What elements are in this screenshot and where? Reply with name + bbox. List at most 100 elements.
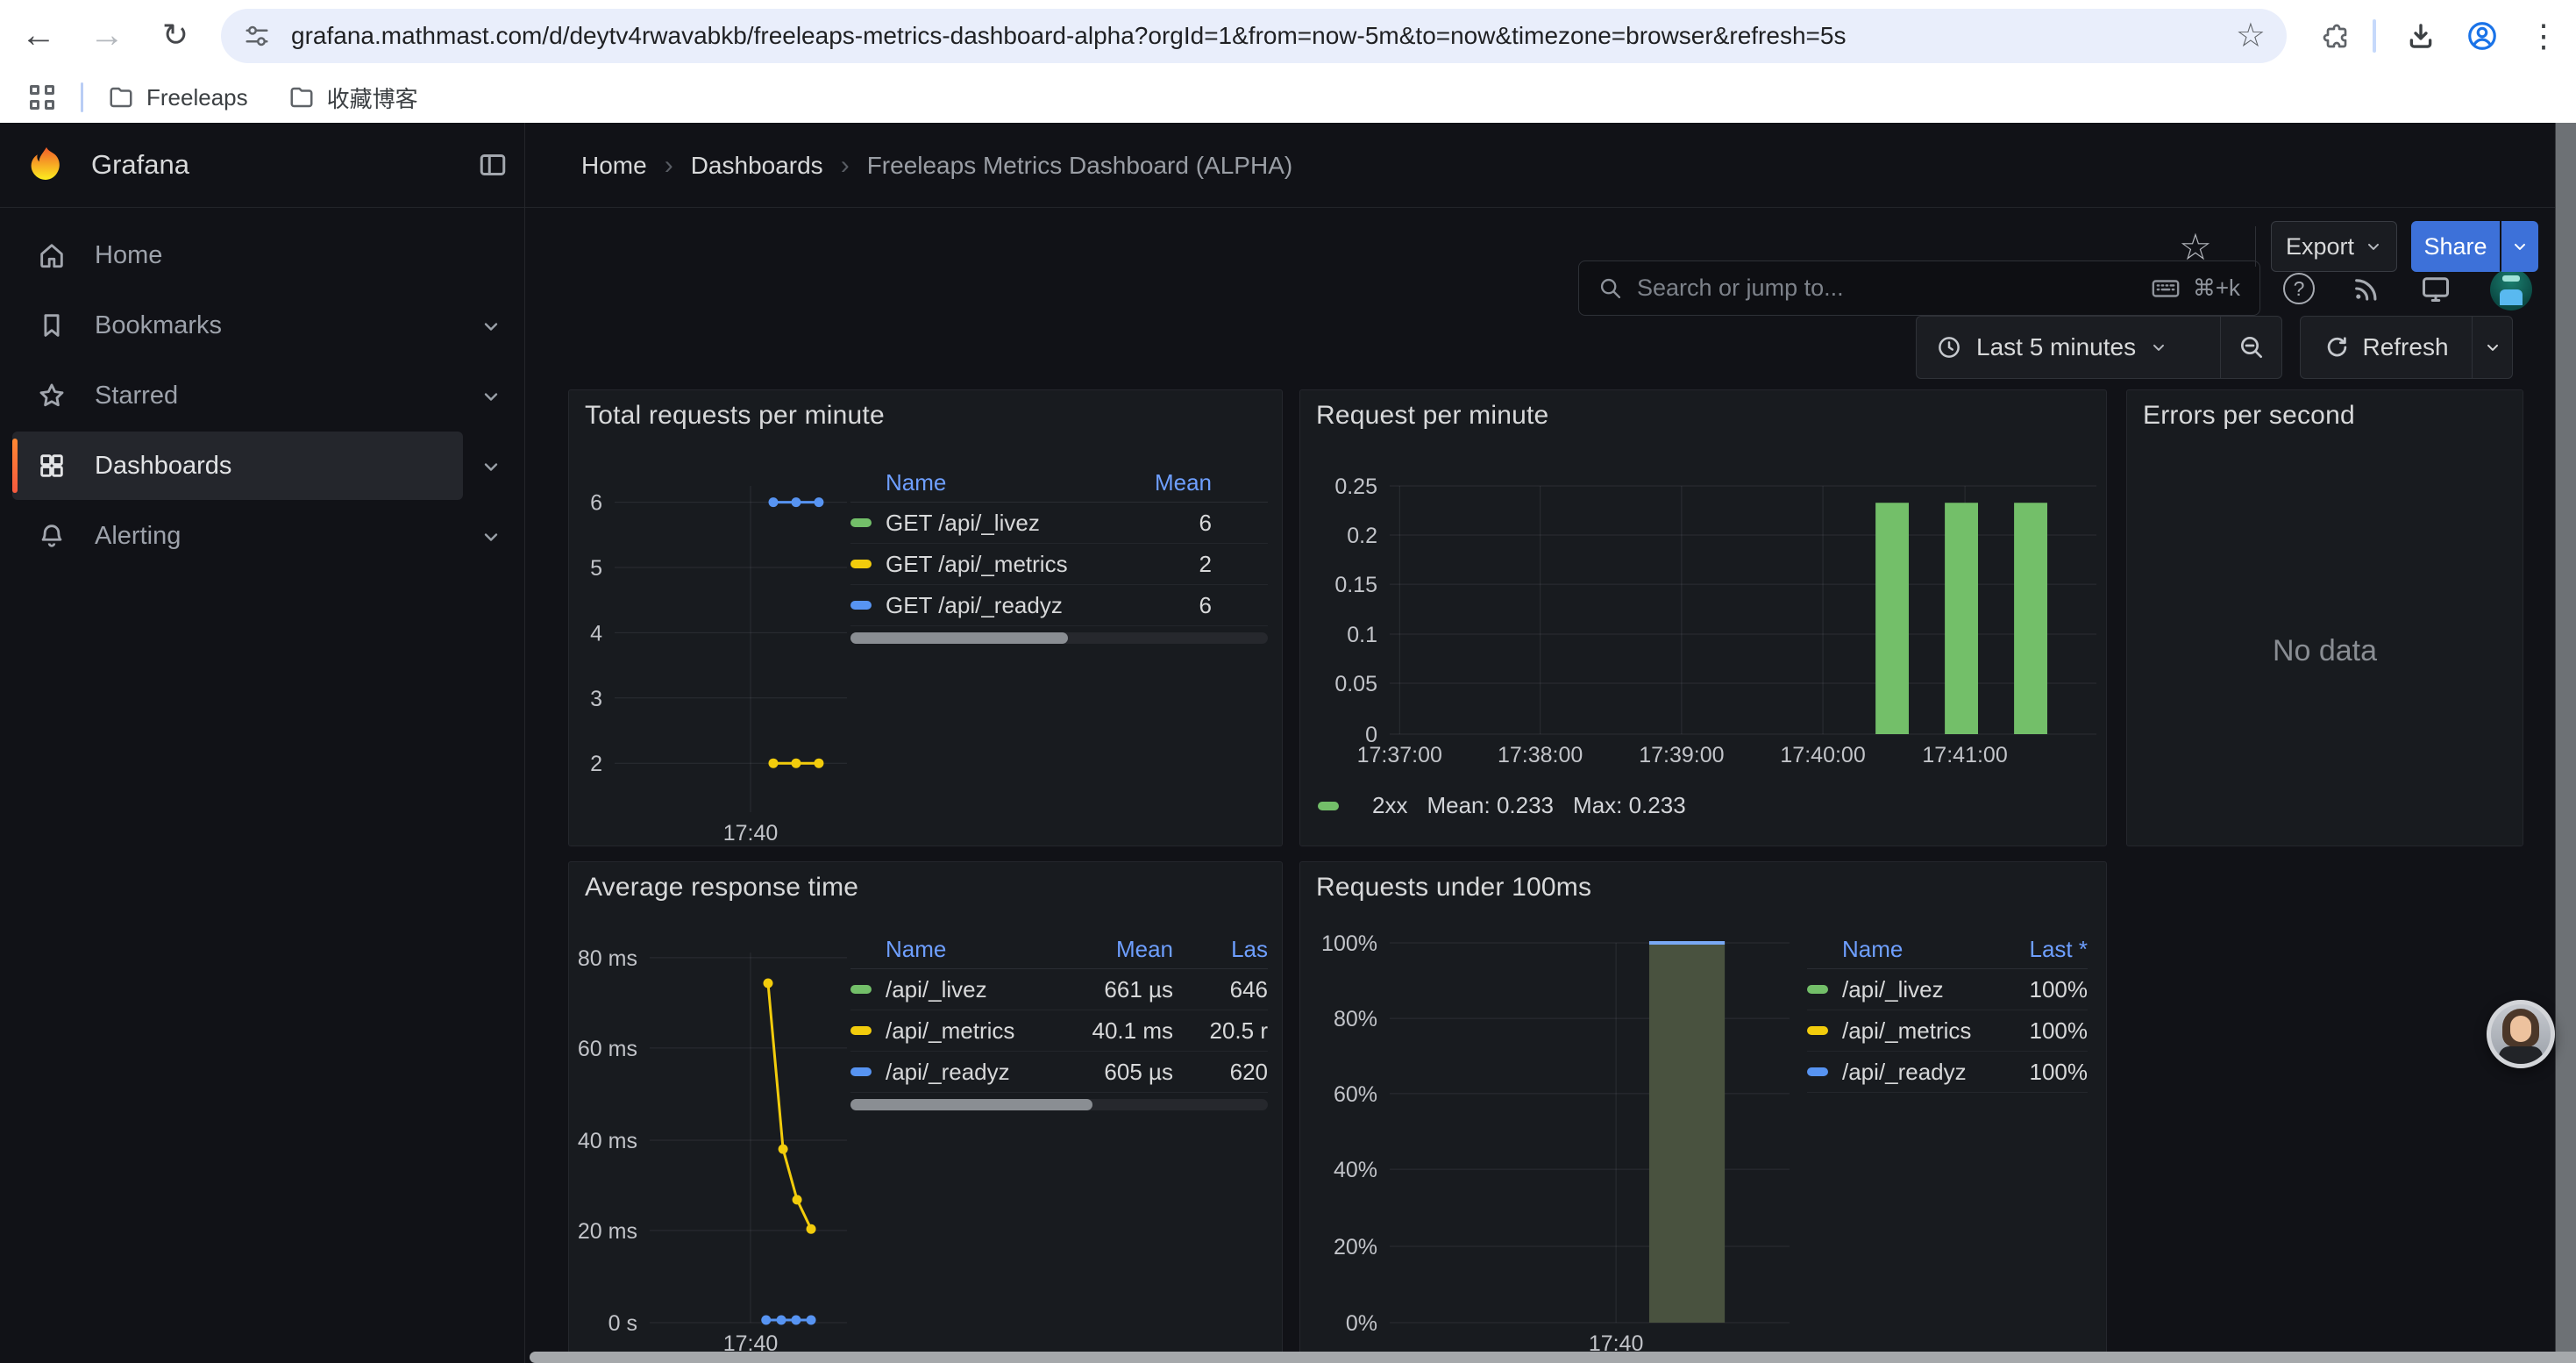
svg-text:17:40: 17:40 (723, 821, 779, 846)
series-name[interactable]: /api/_readyz (1842, 1059, 1982, 1086)
forward-button[interactable]: → (82, 11, 132, 60)
bookmarks-divider (81, 82, 83, 112)
series-name[interactable]: /api/_readyz (886, 1059, 1068, 1086)
page-scrollbar-horizontal[interactable] (530, 1352, 2576, 1363)
bookmark-folder-blogs[interactable]: 收藏博客 (288, 82, 418, 114)
refresh-button[interactable]: Refresh (2301, 333, 2472, 361)
series-name[interactable]: GET /api/_readyz (886, 592, 1124, 619)
bell-icon (37, 521, 67, 551)
series-swatch (850, 985, 872, 994)
svg-text:0.05: 0.05 (1334, 672, 1377, 696)
scrollbar-thumb[interactable] (850, 1099, 1092, 1110)
profile-icon[interactable] (2459, 12, 2506, 60)
bookmark-folder-freeleaps[interactable]: Freeleaps (108, 84, 248, 111)
svg-text:40%: 40% (1334, 1158, 1377, 1182)
site-info-icon[interactable] (244, 23, 270, 49)
actions-divider (2255, 226, 2256, 267)
sidebar-toggle-icon[interactable] (477, 149, 509, 185)
svg-text:60%: 60% (1334, 1082, 1377, 1107)
legend-col-mean[interactable]: Mean (1124, 469, 1212, 496)
grafana-logo[interactable] (26, 145, 67, 189)
share-label: Share (2423, 233, 2487, 260)
monitor-icon[interactable] (2413, 266, 2459, 311)
grafana-brand[interactable]: Grafana (91, 149, 189, 181)
sidebar-item-dashboards[interactable]: Dashboards (12, 432, 463, 500)
floating-assistant-avatar[interactable] (2487, 1000, 2555, 1068)
series-name[interactable]: /api/_metrics (1842, 1017, 1982, 1045)
bookmark-icon (37, 310, 67, 340)
legend-row: GET /api/_metrics 2 (850, 544, 1268, 585)
series-name[interactable]: /api/_livez (886, 976, 1068, 1003)
series-last: 620 (1173, 1059, 1268, 1086)
export-button[interactable]: Export (2271, 221, 2397, 272)
help-icon[interactable]: ? (2276, 266, 2322, 311)
url-bar[interactable]: grafana.mathmast.com/d/deytv4rwavabkb/fr… (221, 9, 2287, 63)
menu-icon[interactable]: ⋮ (2520, 12, 2567, 60)
chevron-down-icon[interactable] (480, 386, 503, 407)
legend-scrollbar[interactable] (850, 632, 1268, 644)
series-name[interactable]: /api/_metrics (886, 1017, 1068, 1045)
series-swatch (850, 560, 872, 568)
back-button[interactable]: ← (14, 11, 63, 60)
sidebar-item-bookmarks[interactable]: Bookmarks (12, 291, 463, 360)
chevron-down-icon[interactable] (480, 316, 503, 337)
apps-grid-icon[interactable] (30, 85, 54, 110)
sidebar-item-alerting[interactable]: Alerting (12, 502, 463, 570)
series-name[interactable]: GET /api/_livez (886, 510, 1124, 537)
legend-col-name[interactable]: Name (1807, 936, 1982, 963)
legend-col-last[interactable]: Last * (1982, 936, 2088, 963)
svg-text:0.25: 0.25 (1334, 475, 1377, 499)
series-name[interactable]: /api/_livez (1842, 976, 1982, 1003)
download-icon[interactable] (2397, 12, 2444, 60)
time-range-picker[interactable]: Last 5 minutes (1917, 333, 2220, 361)
chevron-down-icon[interactable] (480, 456, 503, 477)
sidebar-item-starred[interactable]: Starred (12, 361, 463, 430)
bookmark-star-icon[interactable]: ☆ (2236, 19, 2266, 53)
series-name[interactable]: 2xx (1372, 792, 1407, 819)
share-menu-button[interactable] (2501, 221, 2538, 272)
legend-col-last[interactable]: Las (1173, 936, 1268, 963)
svg-text:17:39:00: 17:39:00 (1639, 743, 1724, 767)
svg-text:20%: 20% (1334, 1235, 1377, 1260)
bookmark-label: Freeleaps (146, 84, 248, 111)
legend-header: Name Last * (1807, 931, 2088, 969)
sidebar-item-home[interactable]: Home (12, 221, 463, 289)
extensions-icon[interactable] (2311, 12, 2359, 60)
clock-icon (1936, 334, 1962, 360)
svg-text:17:41:00: 17:41:00 (1922, 743, 2007, 767)
zoom-out-button[interactable] (2221, 333, 2281, 361)
page-scrollbar-vertical[interactable] (2555, 123, 2576, 1363)
request-per-minute-chart[interactable]: 0.250.20.150.10.05017:37:0017:38:0017:39… (1300, 390, 2106, 846)
legend-col-name[interactable]: Name (850, 469, 1124, 496)
legend-table: Name Mean GET /api/_livez 6 GET /api/_me… (850, 464, 1268, 644)
series-last: 100% (1982, 1059, 2088, 1086)
svg-text:40 ms: 40 ms (578, 1129, 637, 1153)
legend-scrollbar[interactable] (850, 1099, 1268, 1110)
search-shortcut: ⌘+k (2193, 275, 2240, 302)
panel-title[interactable]: Errors per second (2143, 401, 2355, 431)
legend-col-name[interactable]: Name (850, 936, 1068, 963)
breadcrumb-home[interactable]: Home (581, 152, 647, 180)
series-name[interactable]: GET /api/_metrics (886, 551, 1124, 578)
chevron-down-icon[interactable] (480, 526, 503, 547)
svg-text:80 ms: 80 ms (578, 946, 637, 971)
rss-icon[interactable] (2344, 266, 2389, 311)
user-avatar[interactable] (2490, 268, 2532, 310)
series-swatch (1318, 802, 1339, 810)
favorite-star-icon[interactable]: ☆ (2174, 225, 2217, 268)
svg-text:0%: 0% (1346, 1311, 1377, 1336)
share-button[interactable]: Share (2411, 221, 2500, 272)
breadcrumb-dashboards[interactable]: Dashboards (691, 152, 823, 180)
refresh-label: Refresh (2362, 333, 2448, 361)
search-placeholder: Search or jump to... (1637, 275, 2151, 302)
panel-request-per-minute: Request per minute 0.250.20.150.10.05017… (1299, 389, 2107, 846)
search-input[interactable]: Search or jump to... ⌘+k (1578, 260, 2260, 316)
panel-errors-per-second: Errors per second No data (2126, 389, 2523, 846)
reload-button[interactable]: ↻ (151, 11, 200, 60)
scrollbar-thumb[interactable] (850, 632, 1068, 644)
url-text[interactable]: grafana.mathmast.com/d/deytv4rwavabkb/fr… (291, 22, 2225, 50)
series-max: Max: 0.233 (1573, 792, 1686, 819)
refresh-interval-button[interactable] (2472, 317, 2512, 378)
legend-col-mean[interactable]: Mean (1068, 936, 1173, 963)
series-swatch (1807, 985, 1828, 994)
